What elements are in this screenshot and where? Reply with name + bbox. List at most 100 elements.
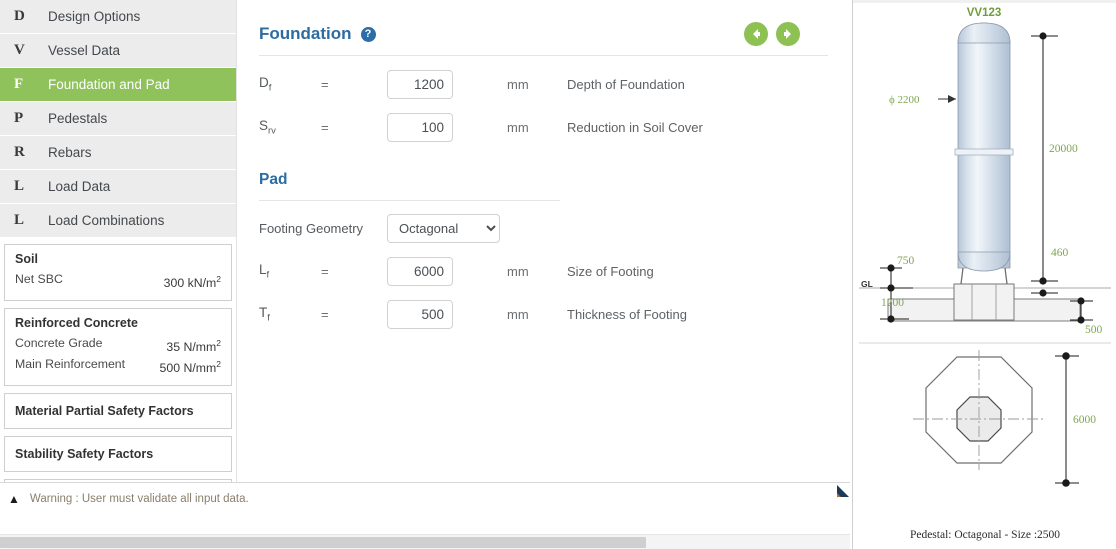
card-material-partial-safety-factors[interactable]: Material Partial Safety Factors <box>4 393 232 430</box>
dim-depth-label: 1200 <box>881 297 904 309</box>
input-size-of-footing[interactable] <box>387 257 453 286</box>
sidebar-item-load-combinations[interactable]: L Load Combinations <box>0 204 236 238</box>
sidebar-item-vessel-data[interactable]: V Vessel Data <box>0 34 236 68</box>
scrollbar-thumb[interactable] <box>0 537 646 548</box>
foundation-title-group: Foundation ? <box>259 24 376 44</box>
main-form-panel: Foundation ? Df = mm Depth of Foundation… <box>236 0 850 482</box>
field-symbol-lf: Lf <box>259 262 270 281</box>
card-material-title: Material Partial Safety Factors <box>15 404 194 419</box>
field-unit-srv: mm <box>507 120 529 135</box>
card-soil[interactable]: Soil Net SBC 300 kN/m2 <box>4 244 232 302</box>
card-concrete-grade-label: Concrete Grade <box>15 336 103 351</box>
sidebar-item-design-options[interactable]: D Design Options <box>0 0 236 34</box>
field-equals-df: = <box>321 77 329 92</box>
foundation-divider <box>259 55 828 56</box>
sidebar-item-letter: R <box>14 144 25 160</box>
pad-section-title: Pad <box>259 171 288 188</box>
field-unit-tf: mm <box>507 307 529 322</box>
card-stability-title: Stability Safety Factors <box>15 447 154 462</box>
vessel-tag-label: VV123 <box>967 7 1002 19</box>
card-concrete-row-main-reinf: Main Reinforcement 500 N/mm2 <box>15 356 221 377</box>
page-title: Foundation <box>259 24 352 43</box>
arrow-left-circle-icon[interactable] <box>744 22 768 46</box>
sidebar: D Design Options V Vessel Data F Foundation a… <box>0 0 236 482</box>
field-row-reduction-in-soil-cover: Srv = mm Reduction in Soil Cover <box>237 106 850 149</box>
input-reduction-in-soil-cover[interactable] <box>387 113 453 142</box>
sidebar-item-label: Design Options <box>48 9 141 24</box>
field-symbol-df: Df <box>259 75 272 94</box>
field-desc-lf: Size of Footing <box>567 264 654 279</box>
drawing-panel: VV123 GL ϕ 2200 20000 460 750 1200 500 6… <box>852 0 1116 549</box>
help-circle-icon[interactable]: ? <box>360 26 376 42</box>
sidebar-item-label: Load Data <box>48 179 111 194</box>
resize-handle[interactable] <box>836 484 850 498</box>
field-desc-tf: Thickness of Footing <box>567 307 687 322</box>
card-soil-net-sbc-label: Net SBC <box>15 272 63 286</box>
field-equals-srv: = <box>321 120 329 135</box>
drawing-caption: Pedestal: Octagonal - Size :2500 <box>909 529 1061 541</box>
sidebar-item-letter: D <box>14 8 25 24</box>
sidebar-item-letter: F <box>14 76 24 92</box>
card-concrete-main-reinf-label: Main Reinforcement <box>15 357 126 372</box>
dim-diameter-label: ϕ 2200 <box>889 94 920 106</box>
sidebar-item-rebars[interactable]: R Rebars <box>0 136 236 170</box>
card-material-title-row: Material Partial Safety Factors <box>15 404 221 418</box>
sidebar-item-letter: V <box>14 42 25 58</box>
field-desc-srv: Reduction in Soil Cover <box>567 120 703 135</box>
sidebar-item-letter: L <box>14 178 25 194</box>
sidebar-item-letter: P <box>14 110 24 126</box>
sidebar-item-load-data[interactable]: L Load Data <box>0 170 236 204</box>
field-equals-tf: = <box>321 307 329 322</box>
warning-message: Warning : User must validate all input d… <box>29 493 249 505</box>
section-nav-arrows <box>744 22 828 46</box>
sidebar-item-label: Rebars <box>48 145 92 160</box>
card-stability-safety-factors[interactable]: Stability Safety Factors <box>4 436 232 473</box>
field-equals-lf: = <box>321 264 329 279</box>
card-concrete-row-grade: Concrete Grade 35 N/mm2 <box>15 335 221 356</box>
card-soil-title: Soil <box>15 252 38 266</box>
horizontal-scrollbar[interactable] <box>0 534 850 549</box>
card-reinforced-concrete[interactable]: Reinforced Concrete Concrete Grade 35 N/… <box>4 308 232 387</box>
card-soil-net-sbc-value: 300 kN/m2 <box>163 274 221 291</box>
input-depth-of-foundation[interactable] <box>387 70 453 99</box>
sidebar-item-foundation-and-pad[interactable]: F Foundation and Pad <box>0 68 236 102</box>
foundation-design-app: D Design Options V Vessel Data F Foundation a… <box>0 0 1116 549</box>
card-concrete-title: Reinforced Concrete <box>15 316 138 331</box>
field-row-size-of-footing: Lf = mm Size of Footing <box>237 250 850 293</box>
dim-soil-cover-label: 750 <box>897 255 915 267</box>
pad-divider <box>259 200 560 201</box>
sidebar-info-cards: Soil Net SBC 300 kN/m2 Reinforced Concre… <box>0 238 236 482</box>
label-footing-geometry: Footing Geometry <box>259 221 364 236</box>
card-concrete-main-reinf-value: 500 N/mm2 <box>159 359 221 376</box>
field-desc-df: Depth of Foundation <box>567 77 685 92</box>
sidebar-item-letter: L <box>14 212 25 228</box>
card-stability-title-row: Stability Safety Factors <box>15 447 221 461</box>
select-footing-geometry[interactable]: OctagonalSquareCircularRectangular <box>387 214 500 243</box>
ground-level-label: GL <box>861 279 873 289</box>
sidebar-nav: D Design Options V Vessel Data F Foundation a… <box>0 0 236 238</box>
card-concrete-grade-value: 35 N/mm2 <box>166 338 221 355</box>
sidebar-item-label: Load Combinations <box>48 213 165 228</box>
dim-footing-thickness-label: 500 <box>1085 324 1103 336</box>
sidebar-item-label: Pedestals <box>48 111 108 126</box>
vessel-foundation-drawing: VV123 GL ϕ 2200 20000 460 750 1200 500 6… <box>859 7 1111 487</box>
sidebar-item-label: Foundation and Pad <box>48 77 170 92</box>
dim-plan-size-label: 6000 <box>1073 414 1096 426</box>
input-thickness-of-footing[interactable] <box>387 300 453 329</box>
arrow-right-circle-icon[interactable] <box>776 22 800 46</box>
sidebar-item-label: Vessel Data <box>48 43 121 58</box>
dim-pedestal-label: 460 <box>1051 247 1069 259</box>
dim-height-label: 20000 <box>1049 143 1078 155</box>
warning-triangle-icon: ▲ <box>8 492 20 506</box>
sidebar-item-pedestals[interactable]: P Pedestals <box>0 102 236 136</box>
field-row-footing-geometry: Footing Geometry OctagonalSquareCircular… <box>237 207 850 250</box>
field-unit-lf: mm <box>507 264 529 279</box>
field-symbol-tf: Tf <box>259 305 270 324</box>
field-row-thickness-of-footing: Tf = mm Thickness of Footing <box>237 293 850 336</box>
field-unit-df: mm <box>507 77 529 92</box>
card-soil-row-net-sbc: Net SBC 300 kN/m2 <box>15 271 221 292</box>
field-symbol-srv: Srv <box>259 118 276 137</box>
warning-bar: ▲ Warning : User must validate all input… <box>0 482 850 530</box>
foundation-section-header: Foundation ? <box>237 0 850 46</box>
field-row-depth-of-foundation: Df = mm Depth of Foundation <box>237 63 850 106</box>
